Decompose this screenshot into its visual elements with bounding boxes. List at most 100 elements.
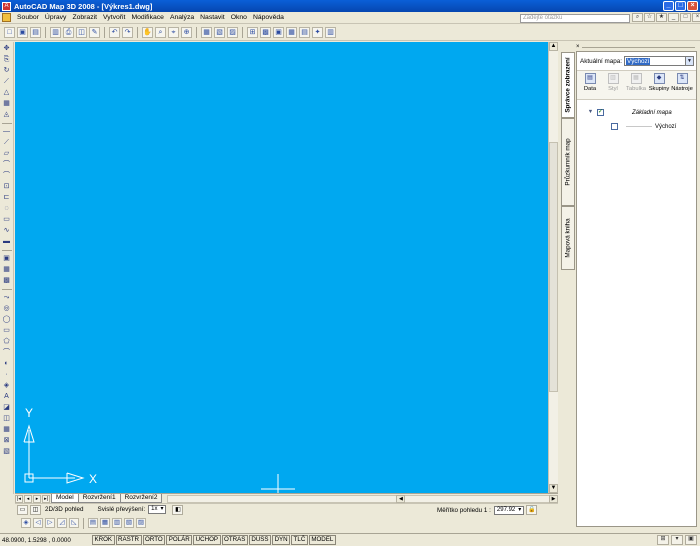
map-tool-4-icon[interactable]: ◿ [57,518,67,528]
map-tool-7-icon[interactable]: ▦ [100,518,110,528]
rectangle-draw-icon[interactable]: ▭ [1,326,12,336]
map-tool-9-icon[interactable]: ▧ [124,518,134,528]
menu-napoveda[interactable]: Nápověda [250,14,287,21]
stretch-icon[interactable]: — [1,127,12,137]
child-visibility-checkbox[interactable] [611,123,618,130]
map-tool-8-icon[interactable]: ▥ [112,518,122,528]
pane-grip[interactable] [581,46,695,48]
doc-close-button[interactable]: × [692,13,700,22]
mirror-icon[interactable]: ◬ [1,110,12,120]
menu-soubor[interactable]: Soubor [14,14,42,21]
view-toggle-icon[interactable]: ◫ [30,504,41,515]
line-icon[interactable]: ⟋ [1,77,12,87]
map-view-icon[interactable]: ◧ [172,504,184,515]
menu-upravy[interactable]: Úpravy [42,14,70,21]
document-icon[interactable] [2,13,11,22]
arc-icon[interactable]: ⌒ [1,348,12,358]
current-map-select[interactable]: Výchozí ▼ [624,56,695,66]
extend-icon[interactable]: ▱ [1,149,12,159]
vertical-scrollbar[interactable]: ▲ ▼ [548,42,558,493]
toggle-ortho[interactable]: ORTO [142,535,166,545]
menu-nastavit[interactable]: Nastavit [197,14,228,21]
map-layer-icon[interactable]: ▩ [260,27,271,38]
rotate-icon[interactable]: ↻ [1,66,12,76]
zoom-window-icon[interactable]: ⌖ [168,27,179,38]
break-icon[interactable]: ⊡ [1,182,12,192]
map-style-icon[interactable]: ▤ [299,27,310,38]
array-icon[interactable]: ▦ [1,99,12,109]
region-icon[interactable]: ◈ [1,381,12,391]
map-tool-3-icon[interactable]: ▷ [45,518,55,528]
question-search-input[interactable]: Zadejte otázku [520,13,630,23]
scroll-up-icon[interactable]: ▲ [549,42,558,51]
properties-icon[interactable]: ▦ [201,27,212,38]
undo-icon[interactable]: ↶ [109,27,120,38]
menu-analyza[interactable]: Analýza [167,14,197,21]
tab-first-icon[interactable]: |◂ [15,494,23,503]
table-button[interactable]: ▦ Tabulka [625,73,647,99]
root-visibility-checkbox[interactable]: ✓ [597,109,604,116]
gradient-icon[interactable]: ▩ [1,276,12,286]
move-icon[interactable]: ✥ [1,44,12,54]
chamfer-icon[interactable]: ⌒ [1,171,12,181]
toggle-model[interactable]: MODEL [308,535,336,545]
polygon-icon[interactable]: ⬠ [1,337,12,347]
tab-layout2[interactable]: Rozvržení2 [119,494,163,503]
spline-icon[interactable]: ∿ [1,226,12,236]
maximize-button[interactable]: □ [675,1,686,11]
new-icon[interactable]: □ [4,27,15,38]
doc-minimize-button[interactable]: _ [668,13,679,22]
communication-icon[interactable]: ☆ [644,13,655,22]
tab-last-icon[interactable]: ▸| [42,494,50,503]
scroll-thumb[interactable] [549,142,558,392]
doc-restore-button[interactable]: □ [680,13,691,22]
map-tool-6-icon[interactable]: ▤ [88,518,98,528]
toggle-dyn[interactable]: DYN [272,535,291,545]
drawing-canvas[interactable]: Y X [15,42,548,493]
publish-icon[interactable]: ◫ [76,27,87,38]
menu-zobrazit[interactable]: Zobrazit [69,14,100,21]
expand-icon[interactable]: ▼ [587,109,594,116]
tab-next-icon[interactable]: ▸ [33,494,41,503]
map-table-icon[interactable]: ▦ [286,27,297,38]
chevron-down-icon[interactable]: ▼ [685,57,694,65]
favorites-icon[interactable]: ★ [656,13,667,22]
pane-close-icon[interactable]: × [576,44,580,50]
pencil-icon[interactable]: ✎ [89,27,100,38]
rectangle-icon[interactable]: ▭ [1,215,12,225]
menu-okno[interactable]: Okno [228,14,250,21]
scroll-down-icon[interactable]: ▼ [549,484,558,493]
save-icon[interactable]: ▤ [30,27,41,38]
map-query-icon[interactable]: ▣ [273,27,284,38]
insert-icon[interactable]: ▦ [1,265,12,275]
clean-screen-icon[interactable]: ▣ [685,535,697,545]
offset-icon[interactable]: ◌ [1,204,12,214]
tab-display-manager[interactable]: Správce zobrazení [561,52,575,118]
coordinates-readout[interactable]: 48.0900, 1.5298 , 0.0000 [0,537,92,544]
toggle-osnap[interactable]: UCHOP [193,535,221,545]
table-draw-icon[interactable]: ◪ [1,403,12,413]
tab-prev-icon[interactable]: ◂ [24,494,32,503]
map-tool-1-icon[interactable]: ◈ [21,518,31,528]
tree-child-row[interactable]: Výchozí [611,123,676,130]
tab-map-book[interactable]: Mapová kniha [561,206,575,270]
style-button[interactable]: ▥ Styl [602,73,624,99]
redo-icon[interactable]: ↷ [122,27,133,38]
tools-button[interactable]: ⇅ Nástroje [671,73,693,99]
boundary-icon[interactable]: ⊠ [1,436,12,446]
toggle-otrack[interactable]: OTRAS [221,535,248,545]
open-icon[interactable]: ▣ [17,27,28,38]
hatch-icon[interactable]: ▬ [1,237,12,247]
tree-root-row[interactable]: ▼ ✓ Základní mapa [587,109,672,116]
map-star-icon[interactable]: ✦ [312,27,323,38]
menu-modifikace[interactable]: Modifikace [128,14,167,21]
toggle-grid[interactable]: RASTR [115,535,142,545]
tab-layout1[interactable]: Rozvržení1 [77,494,121,503]
zoom-realtime-icon[interactable]: ⌕ [155,27,166,38]
polyline-icon[interactable]: ⤳ [1,293,12,303]
lock-scale-icon[interactable]: 🔒 [526,505,538,515]
revcloud-icon[interactable]: ▦ [1,425,12,435]
map-grid-icon[interactable]: ⊞ [247,27,258,38]
tray-menu-icon[interactable]: ▾ [671,535,683,545]
map-export-icon[interactable]: ▥ [325,27,336,38]
